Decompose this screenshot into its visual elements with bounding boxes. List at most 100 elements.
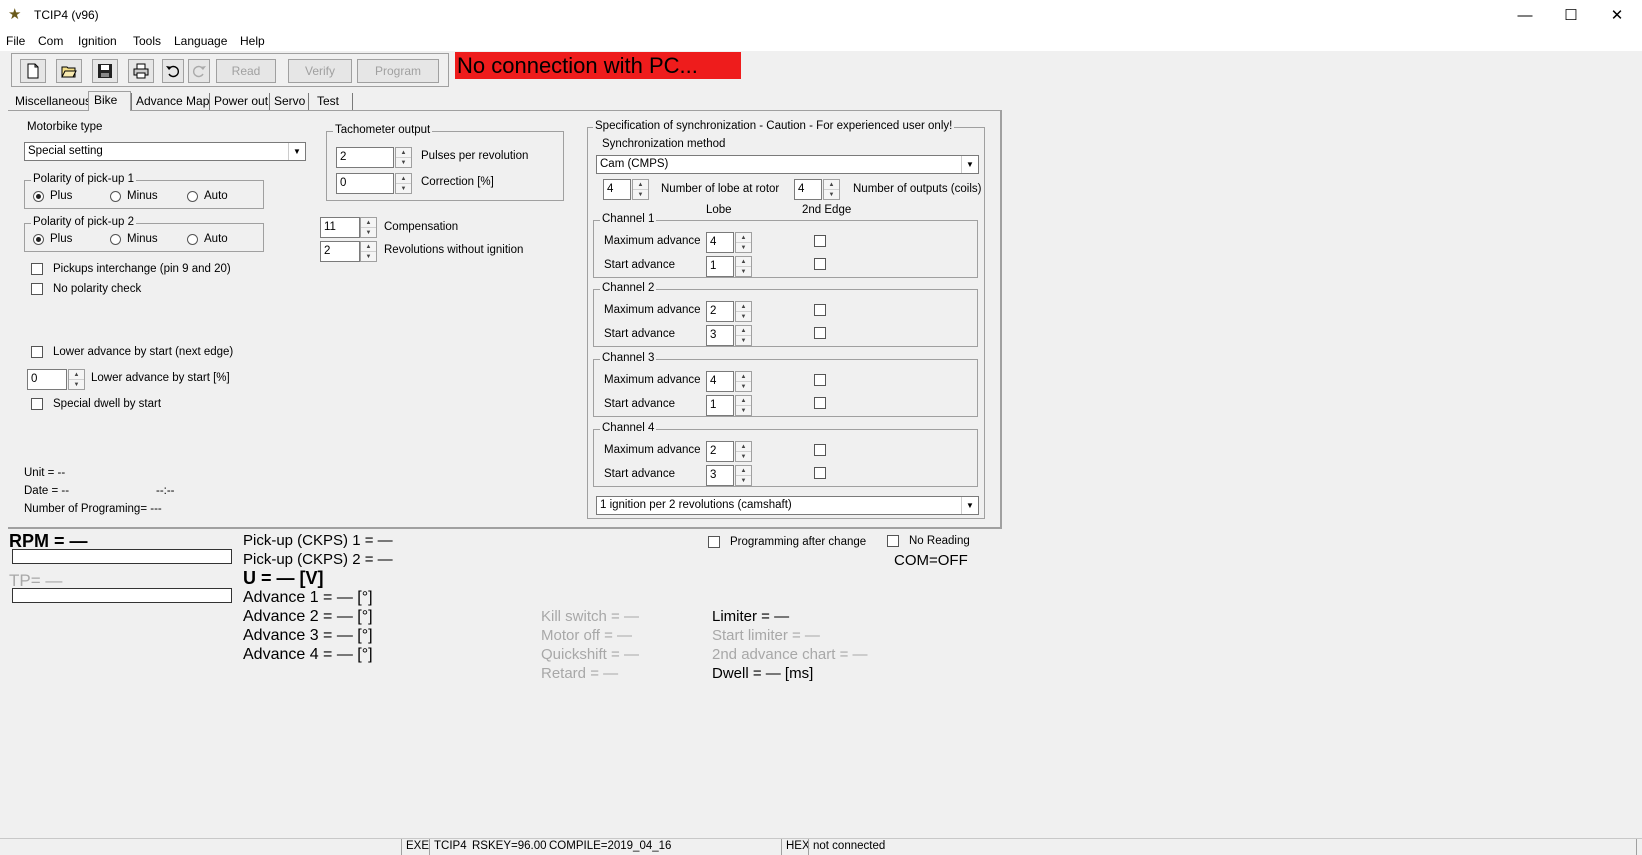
correction-stepper[interactable]: 0 ▲ ▼	[336, 173, 412, 194]
lower-advance-next-edge-checkbox[interactable]: Lower advance by start (next edge)	[31, 346, 233, 358]
channel-2-start-advance-2nd-edge-checkbox[interactable]	[814, 327, 836, 339]
channel-1-max-advance-2nd-edge-checkbox[interactable]	[814, 235, 836, 247]
spin-down-icon[interactable]: ▼	[396, 184, 411, 194]
spin-buttons[interactable]: ▲ ▼	[735, 441, 752, 462]
spin-down-icon[interactable]: ▼	[736, 243, 751, 253]
print-button[interactable]	[128, 59, 154, 83]
no-polarity-check-checkbox[interactable]: No polarity check	[31, 283, 141, 295]
spin-buttons[interactable]: ▲ ▼	[735, 395, 752, 416]
minimize-button[interactable]: —	[1502, 0, 1548, 31]
menu-language[interactable]: Language	[174, 34, 227, 48]
channel-4-start-advance-input[interactable]: 3	[706, 465, 734, 486]
menu-tools[interactable]: Tools	[133, 34, 161, 48]
compensation-input[interactable]: 11	[320, 217, 360, 238]
channel-2-max-advance-stepper[interactable]: 2 ▲ ▼	[706, 301, 752, 322]
revolutions-without-ignition-input[interactable]: 2	[320, 241, 360, 262]
menu-ignition[interactable]: Ignition	[78, 34, 117, 48]
polarity2-plus-radio[interactable]: Plus	[33, 233, 72, 245]
spin-up-icon[interactable]: ▲	[736, 372, 751, 382]
channel-2-max-advance-input[interactable]: 2	[706, 301, 734, 322]
spin-buttons[interactable]: ▲ ▼	[735, 232, 752, 253]
spin-up-icon[interactable]: ▲	[361, 218, 376, 228]
spin-down-icon[interactable]: ▼	[69, 380, 84, 390]
synchronization-method-select[interactable]: Cam (CMPS) ▼	[596, 155, 979, 174]
channel-2-start-advance-input[interactable]: 3	[706, 325, 734, 346]
channel-3-start-advance-stepper[interactable]: 1 ▲ ▼	[706, 395, 752, 416]
lobes-stepper[interactable]: 4 ▲ ▼	[603, 179, 649, 200]
polarity2-auto-radio[interactable]: Auto	[187, 233, 228, 245]
compensation-stepper[interactable]: 11 ▲ ▼	[320, 217, 377, 238]
spin-up-icon[interactable]: ▲	[736, 302, 751, 312]
close-button[interactable]: ✕	[1594, 0, 1640, 31]
chevron-down-icon[interactable]: ▼	[961, 497, 978, 514]
outputs-input[interactable]: 4	[794, 179, 822, 200]
spin-up-icon[interactable]: ▲	[824, 180, 839, 190]
spin-buttons[interactable]: ▲ ▼	[735, 325, 752, 346]
channel-1-max-advance-stepper[interactable]: 4 ▲ ▼	[706, 232, 752, 253]
channel-4-max-advance-input[interactable]: 2	[706, 441, 734, 462]
spin-down-icon[interactable]: ▼	[361, 228, 376, 238]
polarity1-minus-radio[interactable]: Minus	[110, 190, 158, 202]
spin-down-icon[interactable]: ▼	[736, 452, 751, 462]
spin-up-icon[interactable]: ▲	[736, 233, 751, 243]
spin-buttons[interactable]: ▲ ▼	[735, 301, 752, 322]
spin-up-icon[interactable]: ▲	[736, 326, 751, 336]
motorbike-type-select[interactable]: Special setting ▼	[24, 142, 306, 161]
spin-down-icon[interactable]: ▼	[736, 382, 751, 392]
channel-2-start-advance-stepper[interactable]: 3 ▲ ▼	[706, 325, 752, 346]
channel-4-max-advance-stepper[interactable]: 2 ▲ ▼	[706, 441, 752, 462]
channel-3-start-advance-input[interactable]: 1	[706, 395, 734, 416]
spin-up-icon[interactable]: ▲	[396, 174, 411, 184]
spin-down-icon[interactable]: ▼	[361, 252, 376, 262]
channel-1-start-advance-input[interactable]: 1	[706, 256, 734, 277]
programming-after-change-checkbox[interactable]: Programming after change	[708, 536, 866, 548]
menu-com[interactable]: Com	[38, 34, 63, 48]
lobes-input[interactable]: 4	[603, 179, 631, 200]
channel-4-start-advance-stepper[interactable]: 3 ▲ ▼	[706, 465, 752, 486]
channel-1-max-advance-input[interactable]: 4	[706, 232, 734, 253]
spin-up-icon[interactable]: ▲	[736, 396, 751, 406]
pickups-interchange-checkbox[interactable]: Pickups interchange (pin 9 and 20)	[31, 263, 231, 275]
spin-up-icon[interactable]: ▲	[69, 370, 84, 380]
spin-up-icon[interactable]: ▲	[736, 466, 751, 476]
spin-down-icon[interactable]: ▼	[396, 158, 411, 168]
channel-3-start-advance-2nd-edge-checkbox[interactable]	[814, 397, 836, 409]
channel-1-start-advance-2nd-edge-checkbox[interactable]	[814, 258, 836, 270]
spin-down-icon[interactable]: ▼	[736, 312, 751, 322]
polarity2-minus-radio[interactable]: Minus	[110, 233, 158, 245]
spin-buttons[interactable]: ▲ ▼	[360, 241, 377, 262]
channel-4-max-advance-2nd-edge-checkbox[interactable]	[814, 444, 836, 456]
pulses-per-revolution-input[interactable]: 2	[336, 147, 394, 168]
read-button[interactable]: Read	[216, 59, 276, 83]
spin-down-icon[interactable]: ▼	[824, 190, 839, 200]
spin-up-icon[interactable]: ▲	[396, 148, 411, 158]
tab-test[interactable]: Test	[317, 93, 339, 111]
spin-up-icon[interactable]: ▲	[633, 180, 648, 190]
polarity1-plus-radio[interactable]: Plus	[33, 190, 72, 202]
channel-2-max-advance-2nd-edge-checkbox[interactable]	[814, 304, 836, 316]
spin-buttons[interactable]: ▲ ▼	[632, 179, 649, 200]
pulses-per-revolution-stepper[interactable]: 2 ▲ ▼	[336, 147, 412, 168]
channel-3-max-advance-input[interactable]: 4	[706, 371, 734, 392]
program-button[interactable]: Program	[357, 59, 439, 83]
menu-help[interactable]: Help	[240, 34, 265, 48]
spin-buttons[interactable]: ▲ ▼	[68, 369, 85, 390]
outputs-stepper[interactable]: 4 ▲ ▼	[794, 179, 840, 200]
lower-advance-percent-input[interactable]: 0	[27, 369, 67, 390]
tab-power-out[interactable]: Power out	[214, 93, 268, 111]
spin-buttons[interactable]: ▲ ▼	[395, 173, 412, 194]
undo-button[interactable]	[162, 59, 184, 83]
tab-servo[interactable]: Servo	[274, 93, 305, 111]
maximize-button[interactable]: ☐	[1548, 0, 1594, 31]
spin-buttons[interactable]: ▲ ▼	[735, 256, 752, 277]
spin-up-icon[interactable]: ▲	[361, 242, 376, 252]
no-reading-checkbox[interactable]: No Reading	[887, 535, 970, 547]
spin-buttons[interactable]: ▲ ▼	[395, 147, 412, 168]
spin-down-icon[interactable]: ▼	[736, 336, 751, 346]
channel-3-max-advance-stepper[interactable]: 4 ▲ ▼	[706, 371, 752, 392]
ignition-mode-select[interactable]: 1 ignition per 2 revolutions (camshaft) …	[596, 496, 979, 515]
lower-advance-percent-stepper[interactable]: 0 ▲ ▼	[27, 369, 85, 390]
channel-1-start-advance-stepper[interactable]: 1 ▲ ▼	[706, 256, 752, 277]
save-button[interactable]	[92, 59, 118, 83]
new-file-button[interactable]	[20, 59, 46, 83]
